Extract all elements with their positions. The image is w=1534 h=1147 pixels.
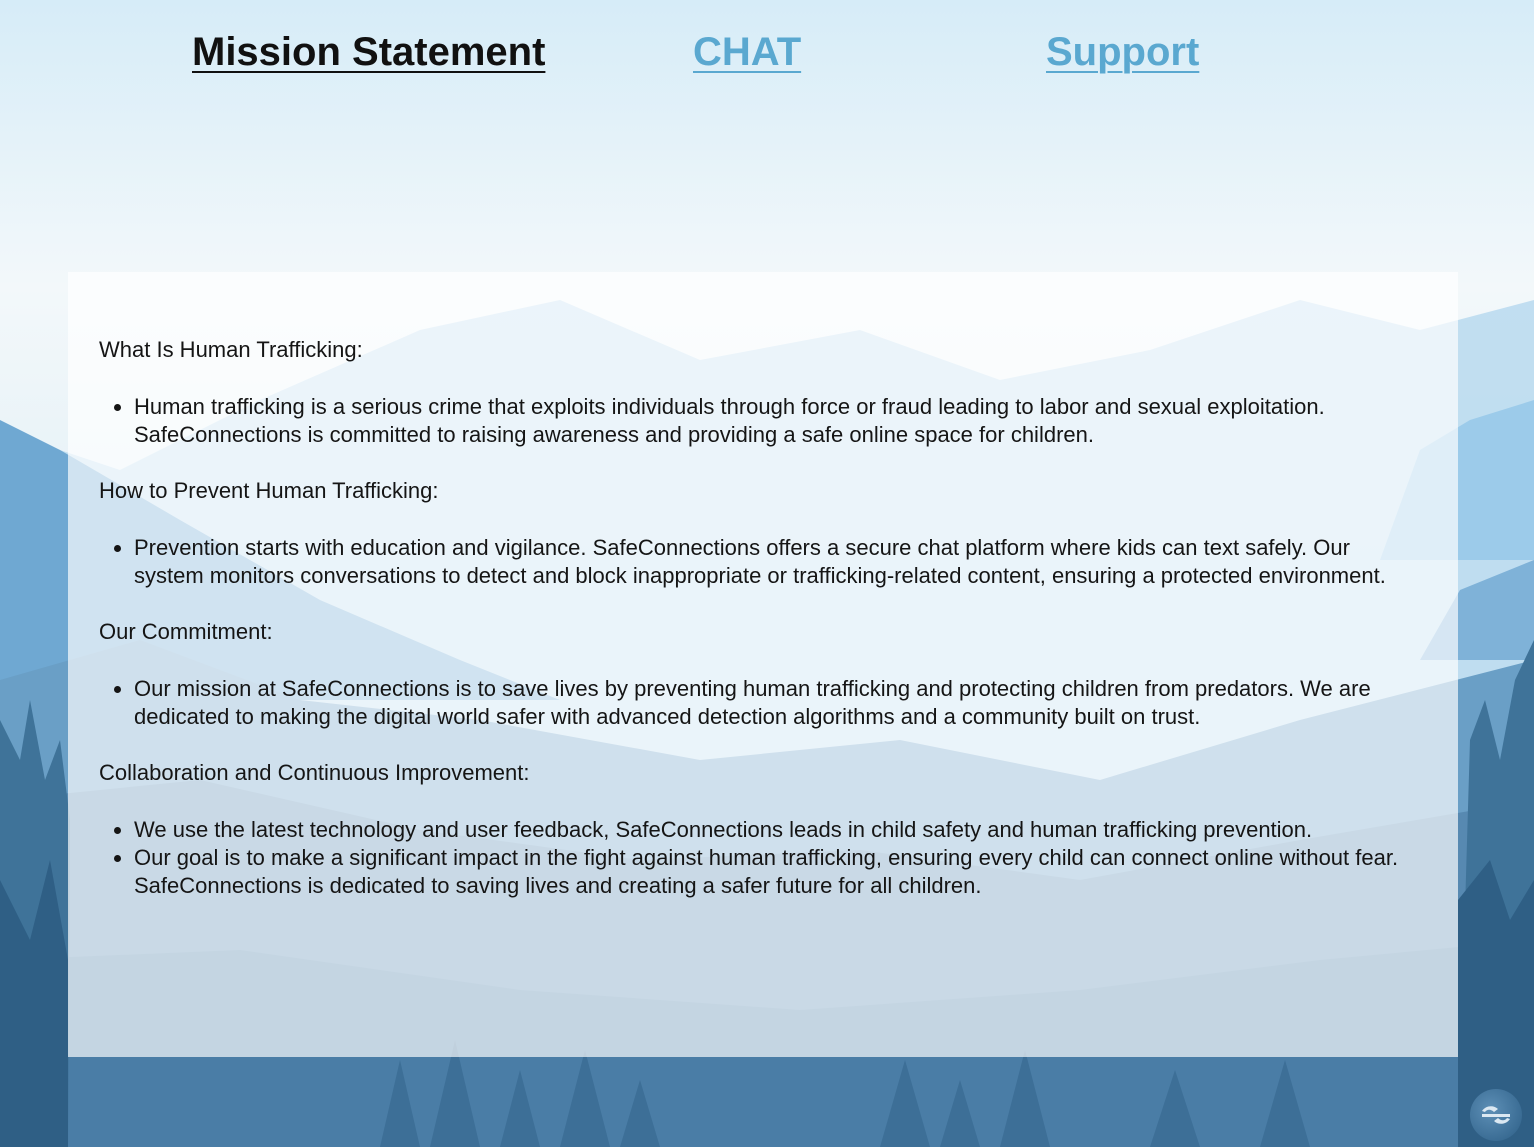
list-item: Our mission at SafeConnections is to sav… [134,675,1418,731]
list-item: We use the latest technology and user fe… [134,816,1418,844]
section-collaboration: Collaboration and Continuous Improvement… [99,759,1418,900]
top-navigation: Mission Statement CHAT Support [0,30,1534,90]
list-item: Our goal is to make a significant impact… [134,844,1418,900]
section-heading: Collaboration and Continuous Improvement… [99,760,530,785]
list-item: Human trafficking is a serious crime tha… [134,393,1418,449]
section-list: Human trafficking is a serious crime tha… [99,393,1418,449]
safeconnections-logo-icon [1470,1089,1522,1141]
section-heading: How to Prevent Human Trafficking: [99,478,439,503]
section-what-is-trafficking: What Is Human Trafficking: Human traffic… [99,336,1418,449]
nav-link-support[interactable]: Support [1046,30,1199,75]
mission-content-panel: What Is Human Trafficking: Human traffic… [68,272,1458,1057]
section-list: Prevention starts with education and vig… [99,534,1418,590]
list-item: Prevention starts with education and vig… [134,534,1418,590]
section-heading: Our Commitment: [99,619,273,644]
nav-link-mission-statement[interactable]: Mission Statement [192,30,545,75]
section-our-commitment: Our Commitment: Our mission at SafeConne… [99,618,1418,731]
section-how-to-prevent: How to Prevent Human Trafficking: Preven… [99,477,1418,590]
section-list: Our mission at SafeConnections is to sav… [99,675,1418,731]
section-heading: What Is Human Trafficking: [99,337,363,362]
nav-link-chat[interactable]: CHAT [693,30,801,75]
section-list: We use the latest technology and user fe… [99,816,1418,900]
